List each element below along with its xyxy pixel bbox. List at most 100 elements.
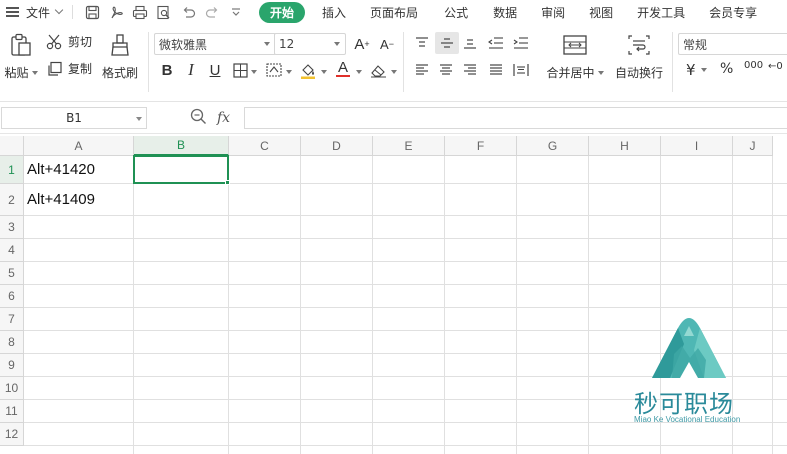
column-header-i[interactable]: I: [661, 136, 733, 156]
italic-icon[interactable]: I: [181, 60, 201, 80]
row-header-8[interactable]: 8: [0, 331, 24, 354]
paste-dropdown-arrow[interactable]: [31, 70, 38, 75]
fill-color-dropdown-arrow[interactable]: [321, 70, 327, 74]
number-format-value: 常规: [683, 37, 708, 52]
file-menu[interactable]: 文件: [26, 4, 50, 21]
tab-member[interactable]: 会员专享: [709, 4, 757, 21]
column-header-g[interactable]: G: [517, 136, 589, 156]
align-middle-icon[interactable]: [435, 32, 459, 54]
redo-icon[interactable]: [201, 2, 223, 22]
cell-a1[interactable]: Alt+41420: [27, 161, 95, 178]
tab-home[interactable]: 开始: [259, 1, 306, 23]
distributed-align-icon[interactable]: [511, 60, 531, 80]
tab-formulas[interactable]: 公式: [444, 4, 468, 21]
row-header-7[interactable]: 7: [0, 308, 24, 331]
formula-tools: fx: [190, 108, 250, 128]
increase-indent-icon[interactable]: [511, 33, 531, 53]
select-all-corner[interactable]: [0, 136, 24, 156]
underline-icon[interactable]: U: [205, 60, 225, 80]
row-header-9[interactable]: 9: [0, 354, 24, 377]
active-cell-b1[interactable]: [133, 155, 229, 184]
tab-review[interactable]: 审阅: [541, 4, 565, 21]
paste-button[interactable]: 粘贴: [3, 32, 39, 81]
customize-toolbar-chevron-icon[interactable]: [225, 2, 247, 22]
undo-icon[interactable]: [177, 2, 199, 22]
zoom-search-icon[interactable]: [190, 108, 207, 129]
cut-button[interactable]: 剪切: [46, 33, 92, 50]
row-header-6[interactable]: 6: [0, 285, 24, 308]
wrap-text-icon: [628, 33, 650, 57]
gridline-horizontal: [24, 307, 787, 308]
print-preview-icon[interactable]: [153, 2, 175, 22]
gridline-vertical: [372, 156, 373, 454]
merge-center-button[interactable]: 合并居中: [544, 33, 606, 81]
column-header-h[interactable]: H: [589, 136, 661, 156]
clear-format-icon[interactable]: [368, 60, 388, 80]
row-header-12[interactable]: 12: [0, 423, 24, 446]
decrease-indent-icon[interactable]: [486, 33, 506, 53]
font-size-select[interactable]: 12: [274, 33, 346, 55]
tab-view[interactable]: 视图: [589, 4, 613, 21]
tab-data[interactable]: 数据: [493, 4, 517, 21]
decrease-font-size-icon[interactable]: A −: [377, 34, 397, 54]
tab-insert[interactable]: 插入: [322, 4, 346, 21]
number-format-select[interactable]: 常规: [678, 33, 787, 55]
column-header-d[interactable]: D: [301, 136, 373, 156]
column-header-a[interactable]: A: [24, 136, 134, 156]
name-box[interactable]: B1: [1, 107, 147, 129]
decimal-button[interactable]: ←0: [768, 61, 783, 72]
align-right-icon[interactable]: [460, 60, 480, 80]
fill-handle[interactable]: [225, 180, 230, 185]
font-color-icon[interactable]: A: [333, 59, 353, 79]
cell-style-icon[interactable]: [264, 60, 284, 80]
export-pdf-icon[interactable]: [105, 2, 127, 22]
insert-function-icon[interactable]: fx: [217, 110, 230, 126]
align-left-icon[interactable]: [412, 60, 432, 80]
align-bottom-icon[interactable]: [460, 33, 480, 53]
column-header-f[interactable]: F: [445, 136, 517, 156]
percent-format-button[interactable]: %: [720, 61, 733, 77]
row-header-11[interactable]: 11: [0, 400, 24, 423]
wrap-text-button[interactable]: 自动换行: [612, 33, 666, 81]
column-header-j[interactable]: J: [733, 136, 773, 156]
align-top-icon[interactable]: [412, 33, 432, 53]
column-header-c[interactable]: C: [229, 136, 301, 156]
watermark-title: 秒可职场: [634, 390, 734, 418]
borders-icon[interactable]: [230, 60, 250, 80]
save-icon[interactable]: [81, 2, 103, 22]
row-header-10[interactable]: 10: [0, 377, 24, 400]
formula-input[interactable]: [244, 107, 787, 129]
merge-dropdown-arrow[interactable]: [597, 70, 604, 75]
font-color-dropdown-arrow[interactable]: [356, 70, 362, 74]
increase-font-size-icon[interactable]: A +: [352, 34, 372, 54]
row-header-1[interactable]: 1: [0, 156, 24, 184]
tab-page-layout[interactable]: 页面布局: [370, 4, 418, 21]
clear-format-dropdown-arrow[interactable]: [391, 70, 397, 74]
fill-color-icon[interactable]: [298, 60, 318, 80]
currency-dropdown-arrow[interactable]: [700, 68, 707, 72]
currency-format-button[interactable]: ¥: [686, 61, 707, 79]
column-header-b[interactable]: B: [134, 136, 229, 156]
font-name-select[interactable]: 微软雅黑: [154, 33, 276, 55]
thousands-separator-button[interactable]: 000: [744, 60, 764, 71]
justify-icon[interactable]: [486, 60, 506, 80]
align-center-icon[interactable]: [436, 60, 456, 80]
thousands-separator-icon: 000: [744, 60, 764, 71]
bold-icon[interactable]: B: [157, 60, 177, 80]
row-header-5[interactable]: 5: [0, 262, 24, 285]
hamburger-menu-icon[interactable]: [6, 7, 20, 17]
row-header-4[interactable]: 4: [0, 239, 24, 262]
currency-icon: ¥: [686, 61, 696, 79]
print-icon[interactable]: [129, 2, 151, 22]
copy-button[interactable]: 复制: [46, 60, 92, 77]
cell-a2[interactable]: Alt+41409: [27, 191, 95, 208]
file-menu-chevron-down-icon[interactable]: [54, 5, 64, 15]
chevron-down-icon: [334, 42, 340, 46]
format-painter-button[interactable]: 格式刷: [100, 32, 140, 81]
borders-dropdown-arrow[interactable]: [251, 70, 257, 74]
row-header-2[interactable]: 2: [0, 184, 24, 216]
row-header-3[interactable]: 3: [0, 216, 24, 239]
cell-style-dropdown-arrow[interactable]: [286, 70, 292, 74]
tab-developer[interactable]: 开发工具: [637, 4, 685, 21]
column-header-e[interactable]: E: [373, 136, 445, 156]
